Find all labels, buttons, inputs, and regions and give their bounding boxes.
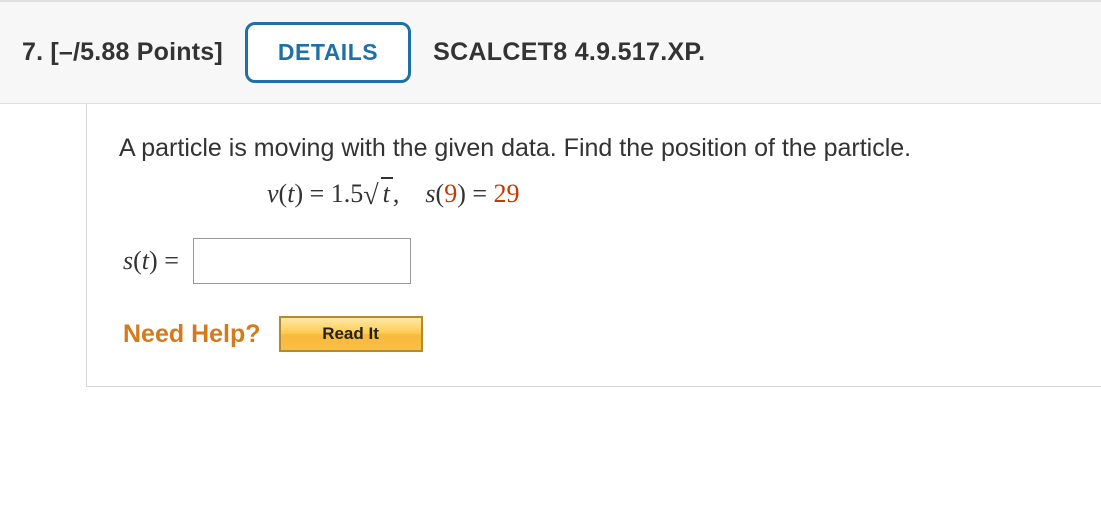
eq-comma: ,	[393, 179, 400, 208]
answer-arg: t	[142, 246, 149, 275]
eq-v-arg: t	[287, 179, 294, 208]
sqrt-icon: √	[363, 180, 378, 211]
question-points: [–/5.88 Points]	[50, 38, 223, 66]
answer-row: s(t) =	[119, 238, 1069, 284]
answer-fn: s	[123, 246, 133, 275]
question-prompt: A particle is moving with the given data…	[119, 134, 1069, 163]
eq-v-fn: v	[267, 179, 279, 208]
eq-s-arg: 9	[444, 179, 457, 208]
answer-label: s(t) =	[123, 246, 179, 276]
answer-input[interactable]	[193, 238, 411, 284]
question-number-points: 7. [–/5.88 Points]	[22, 38, 223, 67]
equation-display: v(t) = 1.5√t,s(9) = 29	[119, 179, 1069, 210]
question-content: A particle is moving with the given data…	[86, 104, 1101, 387]
need-help-label: Need Help?	[123, 320, 261, 349]
question-source: SCALCET8 4.9.517.XP.	[433, 38, 705, 67]
question-header: 7. [–/5.88 Points] DETAILS SCALCET8 4.9.…	[0, 0, 1101, 104]
read-it-button[interactable]: Read It	[279, 316, 423, 352]
eq-s-eq: =	[466, 179, 494, 208]
eq-v-rad: t	[381, 177, 393, 208]
eq-s-fn: s	[425, 179, 435, 208]
eq-s-val: 29	[494, 179, 520, 208]
help-row: Need Help? Read It	[119, 316, 1069, 352]
eq-v-eq: = 1.5	[303, 179, 363, 208]
answer-eq: =	[158, 246, 179, 275]
details-button[interactable]: DETAILS	[245, 22, 411, 83]
question-number: 7.	[22, 38, 43, 66]
